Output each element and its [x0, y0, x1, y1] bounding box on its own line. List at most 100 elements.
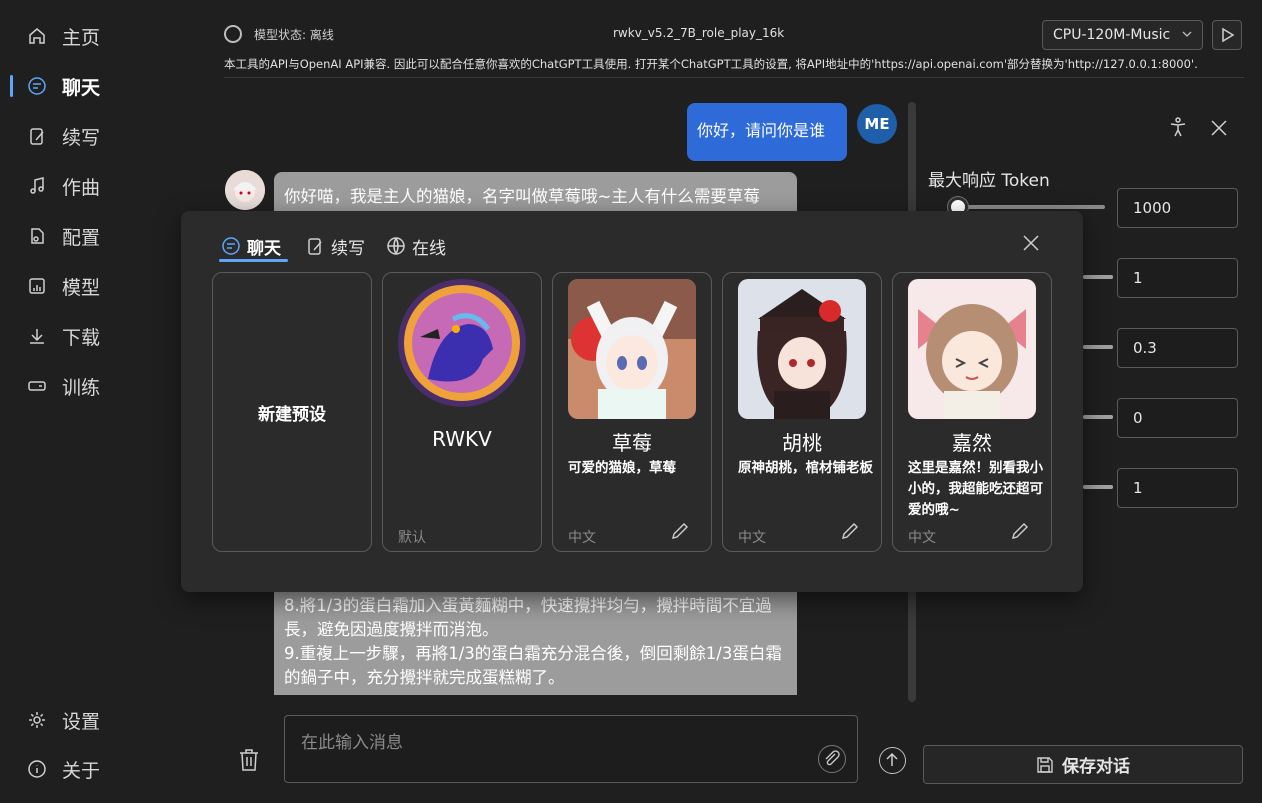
slider-fill — [1083, 275, 1113, 279]
pencil-icon[interactable] — [669, 520, 691, 542]
new-preset-card[interactable]: 新建预设 — [212, 272, 372, 552]
strategy-select-value: CPU-120M-Music — [1053, 27, 1171, 43]
strategy-select[interactable]: CPU-120M-Music — [1042, 20, 1203, 50]
slider-fill — [1083, 345, 1113, 349]
preset-language: 中文 — [908, 530, 936, 546]
max-token-input[interactable]: 1000 — [1117, 188, 1238, 228]
user-message: 你好，请问你是谁 — [687, 103, 847, 161]
sidebar-item-train[interactable]: 训练 — [0, 366, 200, 406]
diana-avatar — [908, 279, 1036, 419]
preset-name: RWKV — [432, 427, 492, 451]
sidebar-item-compose[interactable]: 作曲 — [0, 166, 200, 206]
sidebar-item-about[interactable]: 关于 — [0, 749, 200, 789]
sidebar: 主页 聊天 续写 作曲 配置 模型 下载 训练 设置 关于 — [0, 0, 210, 803]
attach-button[interactable] — [818, 745, 846, 773]
gear-icon — [29, 712, 45, 728]
preset-name: 草莓 — [612, 431, 652, 455]
save-conversation-button[interactable]: 保存对话 — [923, 745, 1243, 784]
preset-name: 胡桃 — [782, 431, 822, 455]
preset-name: 嘉然 — [952, 431, 992, 455]
user-avatar: ME — [857, 104, 897, 144]
arrow-up-icon — [886, 752, 898, 766]
sidebar-item-label: 训练 — [62, 376, 101, 399]
paperclip-icon — [825, 750, 840, 766]
param-input[interactable]: 1 — [1117, 468, 1238, 508]
active-indicator — [10, 75, 13, 97]
param-slider[interactable] — [1083, 275, 1113, 279]
sidebar-item-write[interactable]: 续写 — [0, 116, 200, 156]
sidebar-item-label: 设置 — [62, 710, 101, 733]
preset-language: 默认 — [398, 530, 426, 546]
param-input[interactable]: 0.3 — [1117, 328, 1238, 368]
model-status-text: 模型状态: 离线 — [254, 28, 334, 42]
param-input[interactable]: 0 — [1117, 398, 1238, 438]
train-icon — [28, 381, 46, 391]
slider-fill — [1083, 485, 1113, 489]
sidebar-item-download[interactable]: 下载 — [0, 316, 200, 356]
sidebar-item-chat[interactable]: 聊天 — [0, 66, 200, 106]
close-icon[interactable] — [1021, 233, 1041, 253]
app-window: 主页 聊天 续写 作曲 配置 模型 下载 训练 设置 关于 模型状态: 离线 r… — [0, 0, 1262, 803]
write-icon — [308, 238, 322, 255]
sidebar-item-home[interactable]: 主页 — [0, 16, 200, 56]
config-icon — [31, 228, 44, 244]
max-token-label: 最大响应 Token — [928, 171, 1050, 191]
save-label: 保存对话 — [1062, 757, 1130, 777]
preset-description: 这里是嘉然！别看我小小的，我超能吃还超可爱的哦~ — [908, 460, 1043, 518]
slider-fill — [1083, 415, 1113, 419]
pencil-icon[interactable] — [1009, 520, 1031, 542]
model-name: rwkv_v5.2_7B_role_play_16k — [613, 26, 785, 40]
send-button[interactable] — [879, 747, 906, 774]
tab-label: 聊天 — [247, 238, 281, 259]
status-indicator-icon — [224, 25, 242, 43]
trash-icon[interactable] — [237, 747, 261, 773]
max-token-slider[interactable] — [947, 197, 1105, 217]
strawberry-catgirl-avatar — [568, 279, 696, 419]
sidebar-item-label: 配置 — [62, 226, 101, 249]
sidebar-item-label: 关于 — [62, 759, 101, 782]
accessibility-icon[interactable] — [1167, 116, 1189, 138]
preset-description: 可爱的猫娘，草莓 — [568, 460, 676, 476]
param-input[interactable]: 1 — [1117, 258, 1238, 298]
close-icon[interactable] — [1208, 117, 1230, 139]
preset-dialog: 聊天 续写 在线 新建预设 RWKV 默认 草莓 可爱的猫娘，草莓 中文 胡桃 … — [181, 211, 1083, 592]
sidebar-item-label: 下载 — [62, 326, 101, 349]
sidebar-item-label: 作曲 — [62, 176, 101, 199]
bot-message: 你好喵，我是主人的猫娘，名字叫做草莓哦~主人有什么需要草莓 — [274, 172, 797, 214]
chevron-down-icon — [1182, 31, 1192, 37]
tab-write[interactable]: 续写 — [305, 231, 365, 261]
tab-online[interactable]: 在线 — [386, 231, 446, 261]
divider — [224, 77, 1244, 78]
sidebar-item-settings[interactable]: 设置 — [0, 700, 200, 740]
save-icon — [1037, 756, 1053, 773]
model-icon — [29, 278, 45, 294]
chat-icon — [28, 77, 46, 95]
param-slider[interactable] — [1083, 485, 1113, 489]
music-icon — [30, 177, 44, 194]
globe-icon — [387, 237, 405, 255]
sidebar-item-config[interactable]: 配置 — [0, 216, 200, 256]
pencil-icon[interactable] — [839, 520, 861, 542]
tab-label: 在线 — [412, 238, 446, 259]
run-button[interactable] — [1212, 20, 1242, 50]
rwkv-raven-avatar — [398, 279, 526, 407]
preset-language: 中文 — [568, 530, 596, 546]
home-icon — [29, 28, 45, 44]
preset-description: 原神胡桃，棺材铺老板 — [738, 460, 873, 476]
chat-icon — [222, 237, 240, 255]
preset-card-diana[interactable]: 嘉然 这里是嘉然！别看我小小的，我超能吃还超可爱的哦~ 中文 — [892, 272, 1052, 552]
tab-label: 续写 — [331, 238, 365, 259]
message-input[interactable]: 在此输入消息 — [284, 715, 858, 783]
sidebar-item-label: 续写 — [62, 126, 101, 149]
sidebar-item-model[interactable]: 模型 — [0, 266, 200, 306]
param-slider[interactable] — [1083, 415, 1113, 419]
hutao-avatar — [738, 279, 866, 419]
write-icon — [30, 128, 44, 145]
sidebar-item-label: 模型 — [62, 276, 101, 299]
preset-card-rwkv[interactable]: RWKV 默认 — [382, 272, 542, 552]
param-slider[interactable] — [1083, 345, 1113, 349]
tab-chat[interactable]: 聊天 — [221, 231, 281, 261]
play-icon — [1222, 27, 1235, 43]
preset-card-hutao[interactable]: 胡桃 原神胡桃，棺材铺老板 中文 — [722, 272, 882, 552]
preset-card-strawberry[interactable]: 草莓 可爱的猫娘，草莓 中文 — [552, 272, 712, 552]
